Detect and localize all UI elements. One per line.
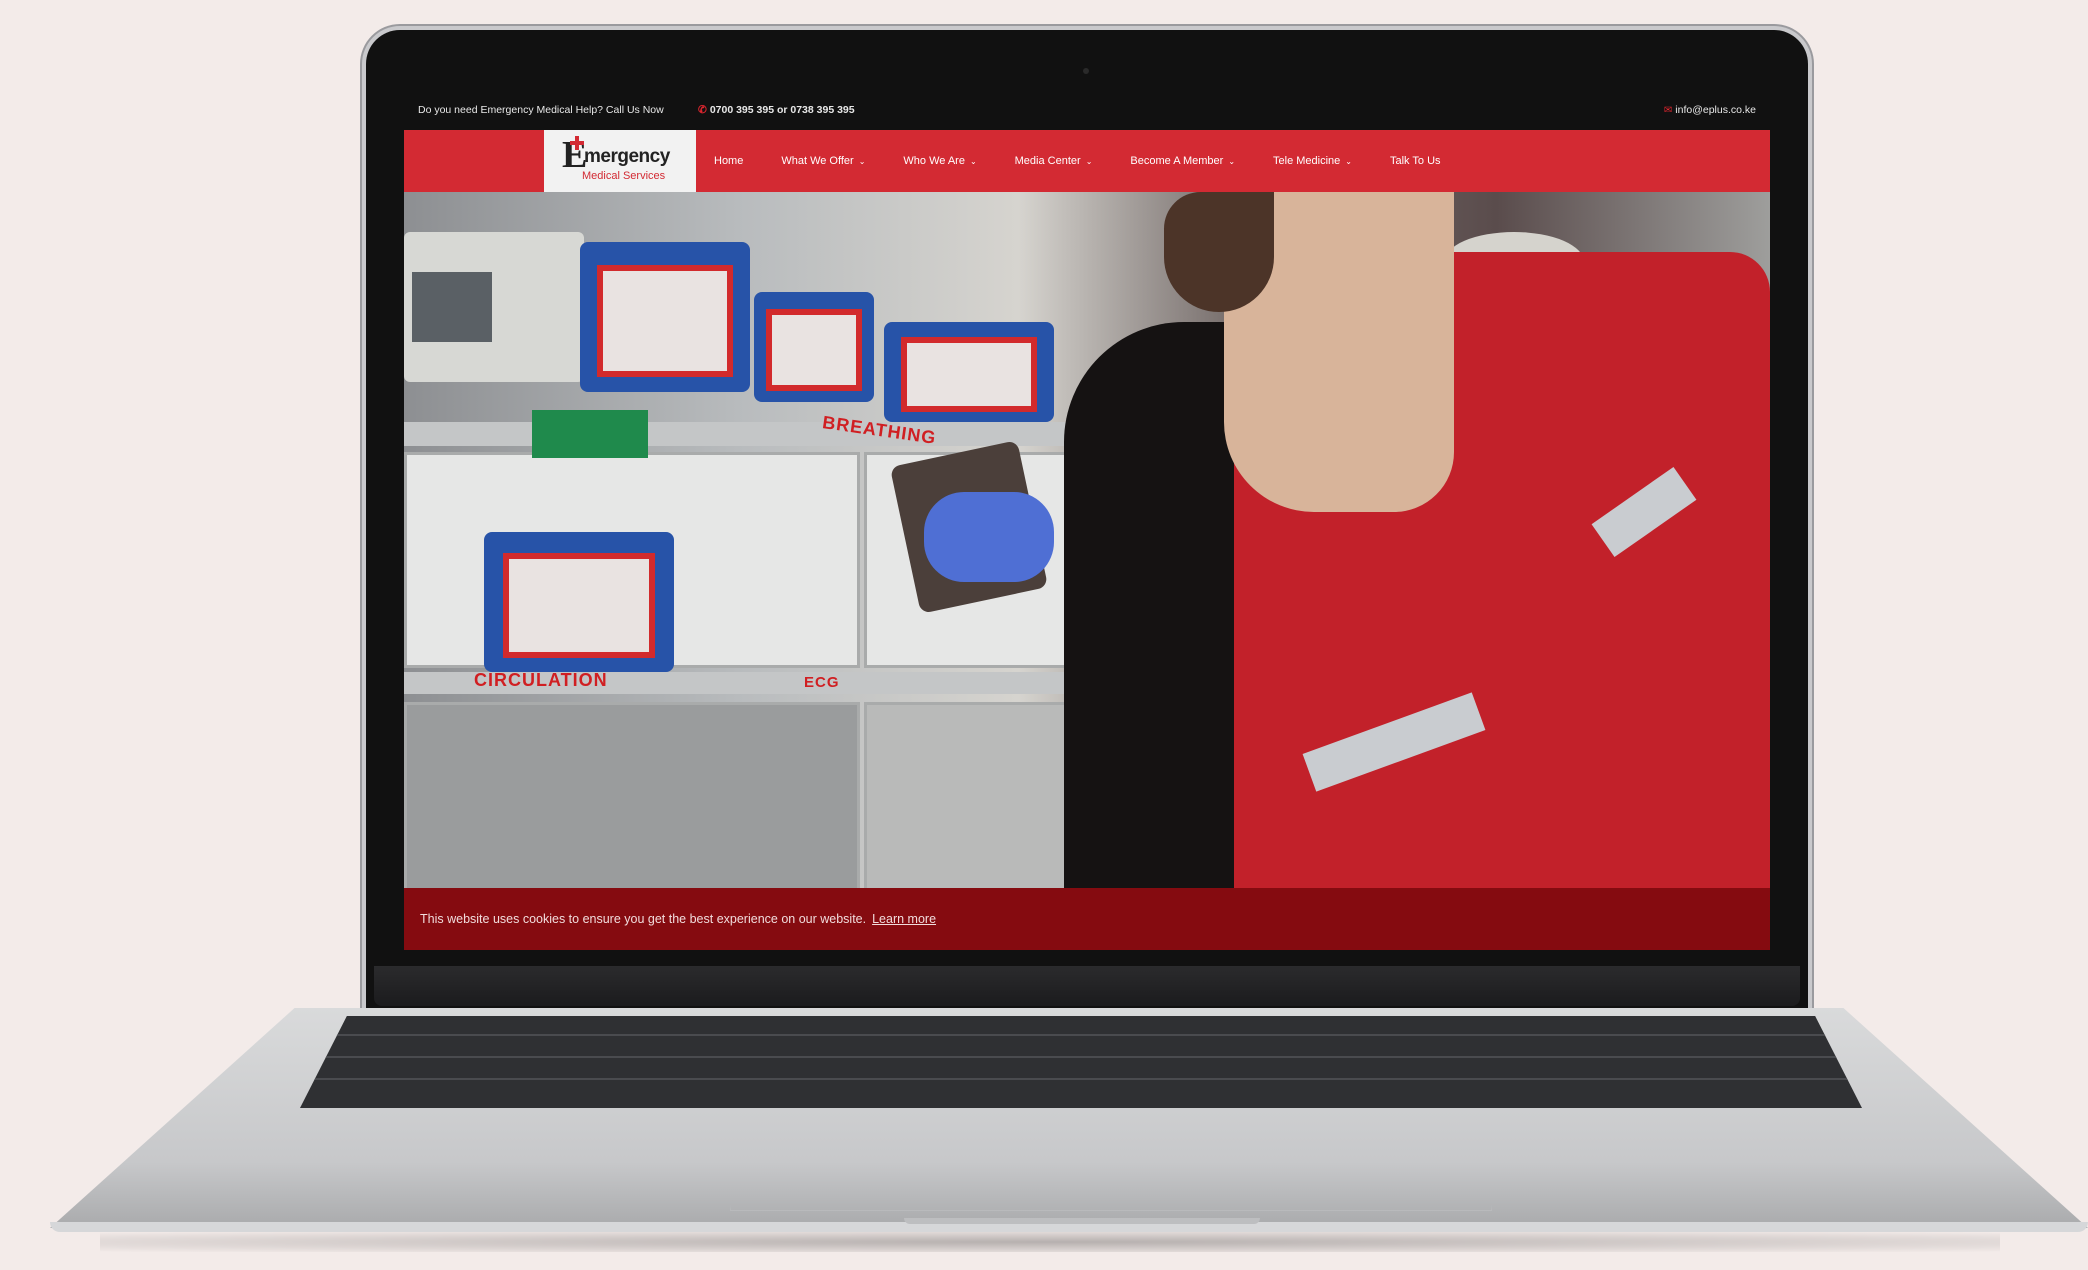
cookie-banner: This website uses cookies to ensure you … <box>404 888 1770 950</box>
supply-bag <box>884 322 1054 422</box>
main-navbar: E mergency Medical Services Home What We… <box>404 130 1770 192</box>
bag-contents <box>901 337 1037 412</box>
nav-item-label: Media Center <box>1014 155 1081 167</box>
trackpad <box>730 1112 1492 1211</box>
mail-icon: ✉ <box>1663 105 1673 116</box>
logo-subtitle: Medical Services <box>582 170 666 182</box>
chevron-down-icon: ⌄ <box>858 157 866 166</box>
nav-item-who-we-are[interactable]: Who We Are ⌄ <box>903 155 976 167</box>
top-bar: Do you need Emergency Medical Help? Call… <box>404 94 1770 130</box>
nav-item-label: What We Offer <box>781 155 854 167</box>
phone-icon: ✆ <box>698 104 707 116</box>
cookie-message: This website uses cookies to ensure you … <box>420 912 867 926</box>
chevron-down-icon: ⌄ <box>1345 157 1352 166</box>
laptop-hinge <box>374 966 1800 1006</box>
nav-item-label: Become A Member <box>1130 155 1224 167</box>
shelf-label-ecg: ECG <box>804 674 840 691</box>
medical-monitor <box>404 232 584 382</box>
nav-item-tele-medicine[interactable]: Tele Medicine ⌄ <box>1273 155 1352 167</box>
key-row <box>300 1034 1862 1036</box>
nav-item-media-center[interactable]: Media Center ⌄ <box>1015 155 1093 167</box>
help-text: Do you need Emergency Medical Help? Call… <box>418 104 664 116</box>
chevron-down-icon: ⌄ <box>1085 157 1093 166</box>
cabinet <box>404 702 860 888</box>
site-logo[interactable]: E mergency Medical Services <box>544 130 696 192</box>
email-link[interactable]: ✉ info@eplus.co.ke <box>1664 104 1756 116</box>
phone-text: 0700 395 395 or 0738 395 395 <box>709 104 855 116</box>
nav-item-home[interactable]: Home <box>714 155 743 167</box>
nav-item-label: Who We Are <box>903 155 965 167</box>
supply-bag <box>484 532 674 672</box>
lid-notch <box>904 1218 1260 1224</box>
nav-item-label: Talk To Us <box>1390 155 1441 167</box>
supply-bag <box>754 292 874 402</box>
phone-number[interactable]: ✆ 0700 395 395 or 0738 395 395 <box>698 104 855 116</box>
nav-menu: Home What We Offer ⌄ Who We Are ⌄ Media Ce… <box>714 130 1479 192</box>
nav-item-label: Home <box>714 155 744 167</box>
shelf <box>404 422 1164 446</box>
key-row <box>300 1078 1862 1080</box>
blue-glove <box>924 492 1054 582</box>
laptop-keyboard <box>300 1016 1862 1108</box>
green-sign <box>532 410 648 458</box>
webcam <box>1083 68 1089 74</box>
supply-bag <box>580 242 750 392</box>
chevron-down-icon: ⌄ <box>1228 157 1236 166</box>
bag-contents <box>503 553 655 658</box>
laptop-shadow <box>100 1232 2000 1252</box>
email-text: info@eplus.co.ke <box>1675 104 1756 116</box>
red-cross-icon <box>570 136 584 150</box>
monitor-screen <box>412 272 492 342</box>
nav-item-become-a-member[interactable]: Become A Member ⌄ <box>1130 155 1235 167</box>
learn-more-link[interactable]: Learn more <box>872 912 936 926</box>
nav-item-label: Tele Medicine <box>1273 155 1341 167</box>
shelf-label-circulation: CIRCULATION <box>474 670 608 690</box>
key-row <box>300 1056 1862 1058</box>
laptop-screen: Do you need Emergency Medical Help? Call… <box>404 94 1770 950</box>
cookie-message-row: This website uses cookies to ensure you … <box>420 912 936 926</box>
logo-word: mergency <box>584 146 670 167</box>
bag-contents <box>597 264 733 377</box>
paramedic-face <box>1164 192 1274 312</box>
bag-contents <box>766 308 862 391</box>
nav-item-what-we-offer[interactable]: What We Offer ⌄ <box>781 155 865 167</box>
hero-image: BREATHING CIRCULATION ECG <box>404 192 1770 888</box>
nav-item-talk-to-us[interactable]: Talk To Us <box>1390 155 1441 167</box>
chevron-down-icon: ⌄ <box>969 157 977 166</box>
